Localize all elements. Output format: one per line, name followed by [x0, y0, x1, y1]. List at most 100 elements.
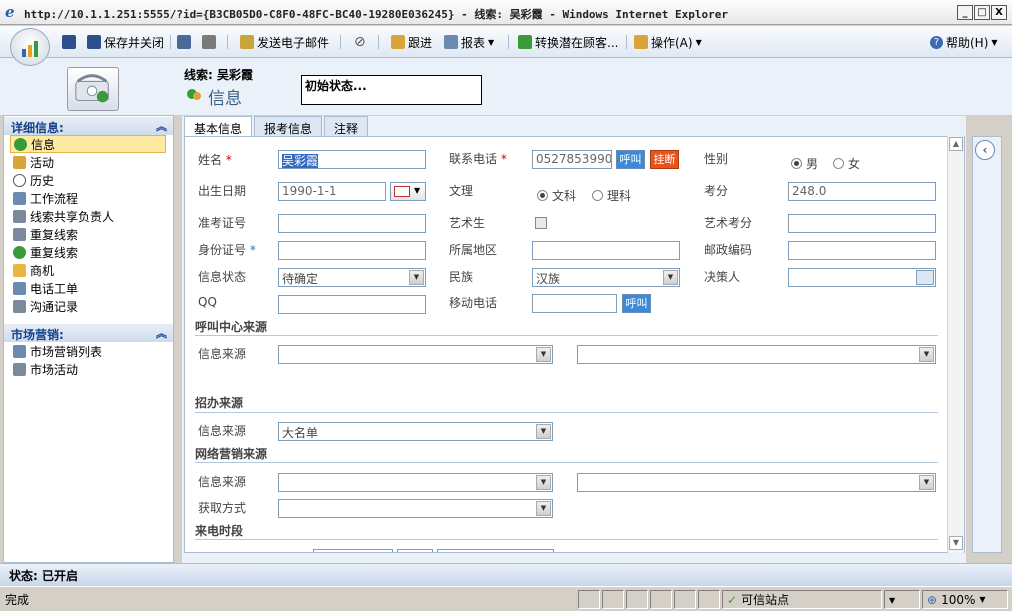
lead-phone-icon — [67, 67, 119, 111]
call-button[interactable]: 呼叫 — [616, 150, 645, 169]
security-zone[interactable]: ✓ 可信站点 — [722, 590, 882, 609]
hangup-button[interactable]: 挂断 — [650, 150, 679, 169]
nav-label: 信息 — [31, 137, 56, 152]
info-status-select[interactable]: 待确定 ▼ — [278, 268, 426, 287]
office-source-select[interactable]: 大名单 ▼ — [278, 422, 553, 441]
nav-item-communications[interactable]: 沟通记录 — [10, 297, 166, 315]
report-menu[interactable]: 报表 ▼ — [444, 33, 494, 51]
mobile-call-button[interactable]: 呼叫 — [622, 294, 651, 313]
qq-field[interactable] — [278, 295, 426, 314]
nav-item-workflow[interactable]: 工作流程 — [10, 189, 166, 207]
nav-item-shared-owner[interactable]: 线索共享负责人 — [10, 207, 166, 225]
status-pane — [578, 590, 600, 609]
convert-lead-label: 转换潜在顾客... — [535, 35, 619, 50]
cc-source-detail-select[interactable]: ▼ — [577, 345, 936, 364]
save-button[interactable] — [62, 33, 76, 51]
convert-lead-button[interactable]: 转换潜在顾客... — [518, 33, 618, 51]
record-status-bar: 状态: 已开启 — [0, 563, 1012, 585]
id-number-field[interactable] — [278, 241, 426, 260]
nav-item-opportunities[interactable]: 商机 — [10, 261, 166, 279]
region-field[interactable] — [532, 241, 680, 260]
nav-item-duplicate-leads-2[interactable]: 重复线索 — [10, 243, 166, 261]
email-icon — [240, 35, 254, 49]
nav-item-info[interactable]: 信息 — [10, 135, 166, 153]
collapse-icon[interactable]: ︽ — [156, 118, 167, 134]
nav-item-phone-tickets[interactable]: 电话工单 — [10, 279, 166, 297]
attach-button[interactable]: ⊘ — [354, 33, 366, 51]
art-student-checkbox[interactable] — [535, 217, 547, 229]
nav-item-history[interactable]: 历史 — [10, 171, 166, 189]
protected-mode-menu[interactable]: ▼ — [884, 590, 920, 609]
nav-item-campaigns[interactable]: 市场活动 — [10, 360, 166, 378]
chevron-down-icon: ▼ — [919, 475, 934, 490]
art-score-field[interactable] — [788, 214, 936, 233]
nav-label: 重复线索 — [30, 245, 79, 260]
close-button[interactable]: X — [991, 5, 1007, 20]
follow-up-label: 跟进 — [408, 35, 433, 50]
tab-exam-info[interactable]: 报考信息 — [254, 116, 323, 136]
maximize-button[interactable]: □ — [974, 5, 990, 20]
nav-item-activities[interactable]: 活动 — [10, 153, 166, 171]
call-time-select[interactable] — [437, 549, 554, 552]
science-option[interactable]: 理科 — [592, 187, 631, 204]
scroll-down-icon[interactable]: ▼ — [949, 536, 963, 550]
tab-notes[interactable]: 注释 — [324, 116, 369, 136]
radio-arts[interactable] — [537, 190, 548, 201]
form-scrollbar[interactable]: ▲ ▼ — [947, 136, 964, 553]
marketing-section-header[interactable]: 市场营销: ︽ — [4, 324, 173, 342]
lookup-icon[interactable] — [916, 270, 934, 285]
browser-status-text: 完成 — [5, 593, 30, 607]
web-source-select[interactable]: ▼ — [278, 473, 553, 492]
gender-female-option[interactable]: 女 — [833, 155, 860, 172]
name-label-text: 姓名 — [198, 153, 223, 167]
postcode-field[interactable] — [788, 241, 936, 260]
tab-basic-info[interactable]: 基本信息 — [184, 116, 253, 137]
score-field[interactable]: 248.0 — [788, 182, 936, 201]
actions-menu[interactable]: 操作(A) ▼ — [634, 33, 702, 51]
name-field[interactable]: 吴彩霞 — [278, 150, 426, 169]
expand-pane-icon[interactable]: ‹ — [975, 140, 995, 160]
scroll-up-icon[interactable]: ▲ — [949, 137, 963, 151]
collapse-icon[interactable]: ︽ — [156, 325, 167, 341]
send-email-button[interactable]: 发送电子邮件 — [240, 33, 329, 51]
birth-date-field[interactable]: 1990-1-1 — [278, 182, 386, 201]
help-menu[interactable]: ? 帮助(H) ▼ — [930, 33, 998, 51]
calendar-button[interactable]: ▼ — [390, 182, 426, 201]
section-web-source: 网络营销来源 — [195, 447, 268, 461]
report-label: 报表 — [461, 35, 486, 50]
call-time-field[interactable] — [313, 549, 393, 552]
web-source-detail-select[interactable]: ▼ — [577, 473, 936, 492]
phone-field[interactable]: 05278539908 — [532, 150, 612, 169]
nav-label: 工作流程 — [30, 191, 79, 206]
save-new-button[interactable] — [177, 33, 191, 51]
details-header-label: 详细信息: — [11, 121, 64, 135]
zoom-menu[interactable]: ⊕ 100% ▼ — [922, 590, 1008, 609]
follow-up-icon — [391, 35, 405, 49]
follow-up-button[interactable]: 跟进 — [391, 33, 432, 51]
radio-male[interactable] — [791, 158, 802, 169]
print-button[interactable] — [202, 33, 216, 51]
minimize-button[interactable]: _ — [957, 5, 973, 20]
duplicate-lead-icon — [13, 245, 26, 259]
web-method-select[interactable]: ▼ — [278, 499, 553, 518]
radio-science[interactable] — [592, 190, 603, 201]
nav-label: 电话工单 — [30, 281, 79, 296]
marketing-list-icon — [13, 344, 26, 358]
record-header — [0, 58, 1012, 115]
nav-label: 历史 — [30, 173, 55, 188]
ethnicity-select[interactable]: 汉族 ▼ — [532, 268, 680, 287]
ethnicity-label: 民族 — [449, 270, 474, 284]
id-number-label-text: 身份证号 — [198, 243, 247, 257]
details-section-header[interactable]: 详细信息: ︽ — [4, 117, 173, 135]
mobile-field[interactable] — [532, 294, 617, 313]
call-time-field-2[interactable] — [397, 549, 433, 552]
exam-number-field[interactable] — [278, 214, 426, 233]
nav-item-marketing-lists[interactable]: 市场营销列表 — [10, 342, 166, 360]
arts-option[interactable]: 文科 — [537, 187, 576, 204]
radio-female[interactable] — [833, 158, 844, 169]
nav-item-duplicate-leads[interactable]: 重复线索 — [10, 225, 166, 243]
save-and-close-button[interactable]: 保存并关闭 — [87, 33, 164, 51]
cc-source-select[interactable]: ▼ — [278, 345, 553, 364]
decision-maker-lookup[interactable] — [788, 268, 936, 287]
gender-male-option[interactable]: 男 — [791, 155, 818, 172]
